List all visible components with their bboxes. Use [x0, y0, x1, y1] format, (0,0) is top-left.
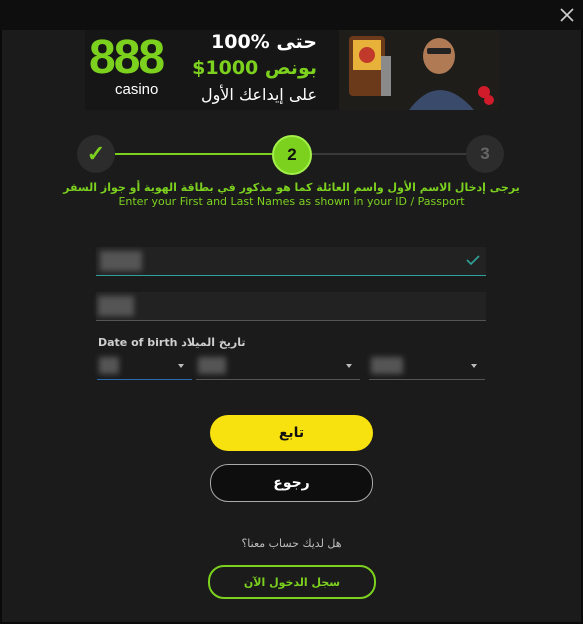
login-button[interactable]: سجل الدخول الآن: [208, 565, 376, 599]
promo-line-2: $1000 بونص: [192, 57, 317, 79]
promo-line-3: على إيداعك الأول: [200, 85, 317, 104]
last-name-field[interactable]: [96, 292, 486, 321]
first-name-field[interactable]: [96, 247, 486, 276]
dob-label: Date of birth تاريخ الميلاد: [98, 336, 246, 349]
dob-year-select[interactable]: [369, 355, 485, 380]
brand-logo: 888: [89, 31, 165, 84]
continue-button[interactable]: تابع: [210, 415, 373, 451]
redacted-value: [198, 357, 226, 374]
chevron-down-icon: [346, 364, 352, 368]
step-3-pending: 3: [466, 135, 504, 173]
window-topbar: [0, 0, 583, 30]
redacted-value: [100, 251, 142, 271]
redacted-value: [371, 357, 403, 374]
close-icon: [560, 8, 574, 22]
promo-banner: 888 casino 100% حتى $1000 بونص على إيداع…: [85, 30, 499, 110]
step-connector-1: [115, 153, 272, 155]
instruction-arabic: يرجى إدخال الاسم الأول واسم العائلة كما …: [63, 181, 520, 194]
step-1-complete: ✓: [77, 135, 115, 173]
redacted-value: [98, 296, 134, 316]
dob-month-select[interactable]: [196, 355, 360, 380]
chevron-down-icon: [178, 364, 184, 368]
redacted-value: [99, 357, 119, 374]
close-button[interactable]: [559, 7, 575, 23]
chevron-down-icon: [471, 364, 477, 368]
registration-modal: [2, 30, 581, 622]
banner-illustration: [339, 30, 499, 110]
have-account-text: هل لديك حساب معنا؟: [241, 537, 342, 550]
brand-logo-sub: casino: [115, 81, 159, 98]
dob-day-select[interactable]: [97, 355, 192, 380]
step-connector-2: [310, 153, 466, 155]
instruction-english: Enter your First and Last Names as shown…: [118, 195, 465, 208]
promo-line-1: 100% حتى: [211, 31, 317, 53]
check-icon: [466, 255, 480, 266]
back-button[interactable]: رجوع: [210, 464, 373, 502]
step-2-current: 2: [272, 135, 312, 175]
